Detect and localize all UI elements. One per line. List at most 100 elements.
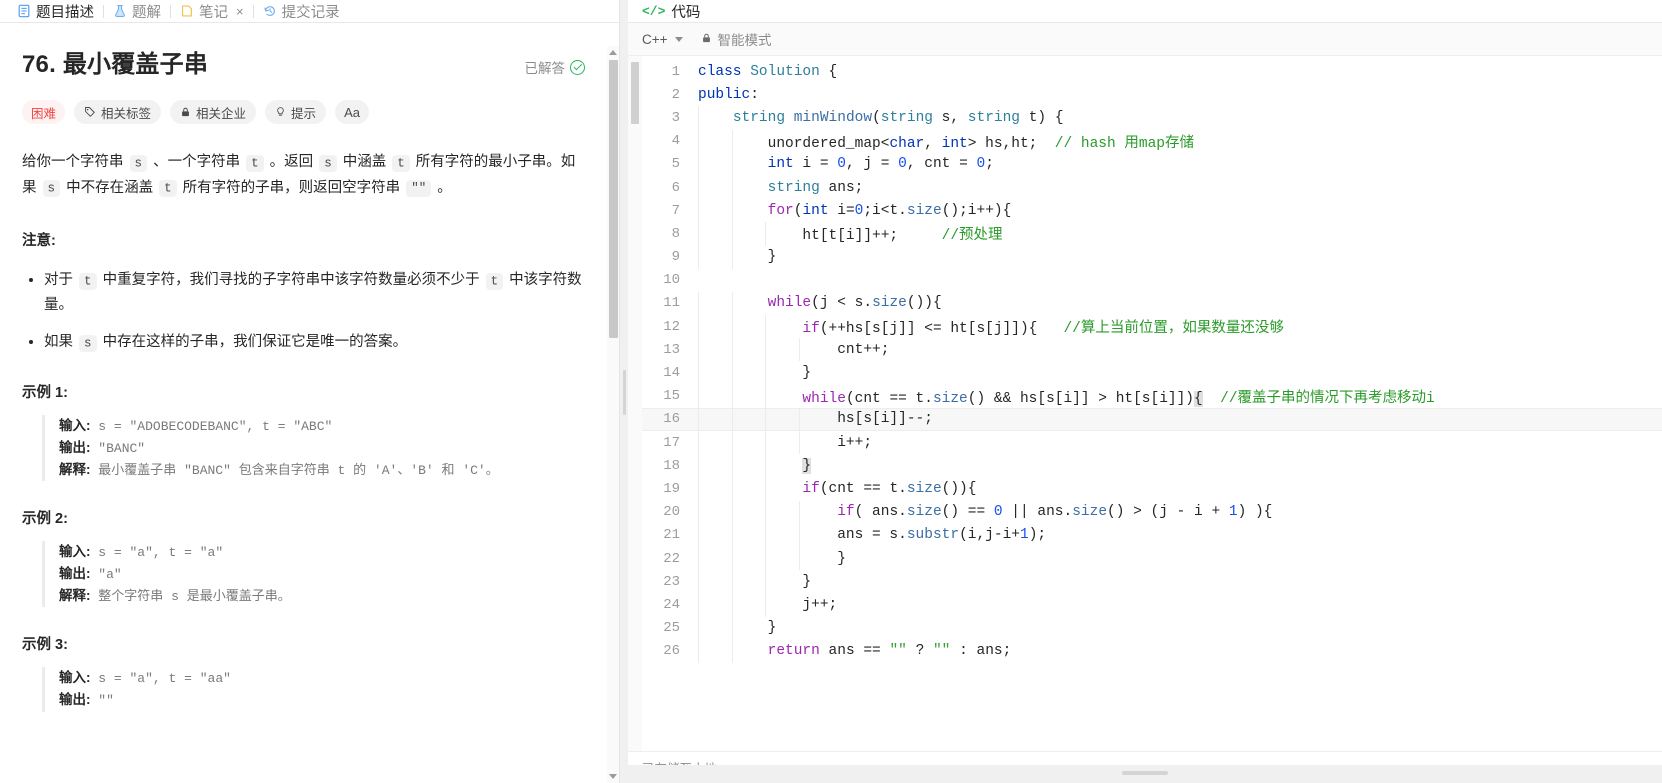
- indent-guide: [698, 315, 699, 339]
- font-size-icon[interactable]: Aa: [335, 100, 369, 125]
- scroll-down-icon[interactable]: [607, 770, 619, 783]
- check-circle-icon: [570, 59, 585, 75]
- example-heading: 示例 2:: [22, 511, 68, 528]
- indent-guide: [765, 222, 767, 246]
- chip-label: 提示: [291, 106, 317, 121]
- line-content: ans = s.substr(i,j-i+1);: [698, 527, 1047, 544]
- line-content: if(++hs[s[j]] <= ht[s[j]]){ //算上当前位置，如果数…: [802, 321, 1284, 338]
- tab-notes[interactable]: 笔记 ×: [171, 0, 253, 22]
- line-content: while(j < s.size()){: [767, 295, 942, 312]
- editor-vertical-scrollbar[interactable]: [628, 56, 642, 751]
- code-line[interactable]: 13 cnt++;: [642, 338, 1662, 362]
- scroll-up-icon[interactable]: [607, 46, 619, 59]
- line-content: ht[t[i]]++; //预处理: [698, 228, 1003, 245]
- tab-problem-description[interactable]: 题目描述: [8, 0, 103, 22]
- problem-panel: 题目描述 题解 笔记 × 提交记录 76. 最小覆盖子串 已解答 困难 相关标签…: [0, 0, 620, 783]
- code-line[interactable]: 15 while(cnt == t.size() && hs[s[i]] > h…: [642, 384, 1662, 408]
- example-block: 输入: s = "a", t = "aa" 输出: "": [42, 667, 585, 712]
- indent-guide: [698, 245, 699, 269]
- inline-code: t: [246, 154, 264, 172]
- line-content: }: [802, 457, 812, 474]
- auto-mode-toggle[interactable]: 智能模式: [701, 29, 772, 49]
- example-row-value: "a": [90, 567, 122, 583]
- indent-guide: [698, 129, 699, 153]
- code-editor[interactable]: 1 class Solution {2 public: 3 string minWin…: [628, 56, 1662, 751]
- scrollbar-thumb[interactable]: [631, 62, 639, 124]
- code-line[interactable]: 12 if(++hs[s[j]] <= ht[s[j]]){ //算上当前位置，…: [642, 315, 1662, 339]
- line-number: 10: [663, 272, 680, 289]
- code-line[interactable]: 6 string ans;: [642, 175, 1662, 200]
- code-line[interactable]: 11 while(j < s.size()){: [642, 291, 1662, 316]
- code-line[interactable]: 14 }: [642, 361, 1662, 385]
- code-tabbar: </> 代码: [628, 0, 1662, 23]
- tab-submissions[interactable]: 提交记录: [254, 0, 349, 22]
- difficulty-chip: 困难: [22, 100, 66, 125]
- indent-guide: [731, 523, 733, 547]
- note-item: 对于 t 中重复字符，我们寻找的子字符串中该字符数量必须不少于 t 中该字符数量…: [44, 268, 585, 318]
- line-number: 2: [671, 86, 680, 103]
- tab-label: 题解: [132, 4, 161, 21]
- code-line[interactable]: 17 i++;: [642, 431, 1662, 455]
- code-line[interactable]: 10: [642, 269, 1662, 292]
- code-line[interactable]: 4 unordered_map<char, int> hs,ht; // has…: [642, 129, 1662, 153]
- close-icon[interactable]: ×: [236, 5, 244, 18]
- code-line[interactable]: 16 hs[s[i]]--;: [642, 407, 1662, 432]
- panel-splitter[interactable]: [620, 0, 628, 783]
- code-lines[interactable]: 1 class Solution {2 public: 3 string minWin…: [642, 56, 1662, 751]
- line-number: 4: [671, 133, 680, 150]
- code-line[interactable]: 20 if( ans.size() == 0 || ans.size() > (…: [642, 500, 1662, 524]
- tab-code[interactable]: </> 代码: [642, 1, 700, 22]
- code-line[interactable]: 19 if(cnt == t.size()){: [642, 477, 1662, 501]
- lock-icon: [701, 32, 712, 47]
- line-content: class Solution {: [698, 63, 838, 80]
- indent-guide: [731, 338, 733, 362]
- related-companies-chip[interactable]: 相关企业: [170, 100, 257, 125]
- indent-guide: [765, 477, 767, 501]
- code-line[interactable]: 2 public:: [642, 83, 1662, 106]
- line-content: unordered_map<char, int> hs,ht; // hash …: [698, 135, 1194, 152]
- tab-solutions[interactable]: 题解: [104, 0, 170, 22]
- code-line[interactable]: 3 string minWindow(string s, string t) {: [642, 106, 1662, 130]
- indent-guide: [798, 546, 800, 571]
- code-line[interactable]: 1 class Solution {: [642, 60, 1662, 83]
- code-line[interactable]: 22 }: [642, 546, 1662, 571]
- code-line[interactable]: 9 }: [642, 245, 1662, 269]
- line-content: hs[s[i]]--;: [698, 411, 933, 428]
- inline-code: s: [42, 180, 61, 198]
- problem-scrollbar[interactable]: [607, 46, 619, 783]
- line-content: string ans;: [767, 179, 864, 196]
- code-line[interactable]: 18 }: [642, 454, 1662, 478]
- code-line[interactable]: 23 }: [642, 570, 1662, 594]
- line-number: 5: [671, 156, 680, 173]
- tab-label: 提交记录: [281, 4, 340, 21]
- code-line[interactable]: 25 }: [642, 616, 1662, 640]
- code-line[interactable]: 7 for(int i=0;i<t.size();i++){: [642, 199, 1662, 223]
- indent-guide: [698, 152, 699, 176]
- line-content: if( ans.size() == 0 || ans.size() > (j -…: [837, 504, 1273, 521]
- hint-chip[interactable]: 提示: [265, 100, 327, 125]
- editor-toolbar: C++ 智能模式: [628, 23, 1662, 56]
- line-content: }: [698, 249, 777, 266]
- indent-guide: [698, 199, 699, 223]
- code-line[interactable]: 24 j++;: [642, 593, 1662, 617]
- inline-code: t: [392, 154, 410, 172]
- language-selector[interactable]: C++: [642, 32, 683, 47]
- bottom-resize-strip[interactable]: [628, 765, 1662, 783]
- drag-handle[interactable]: [1122, 771, 1168, 775]
- example-block: 输入: s = "ADOBECODEBANC", t = "ABC" 输出: "…: [42, 415, 585, 482]
- tag-icon: [84, 106, 96, 118]
- related-tags-chip[interactable]: 相关标签: [74, 100, 162, 125]
- line-number: 13: [663, 341, 680, 358]
- code-line[interactable]: 21 ans = s.substr(i,j-i+1);: [642, 523, 1662, 547]
- line-number: 23: [663, 573, 680, 590]
- indent-guide: [698, 546, 699, 571]
- scrollbar-thumb[interactable]: [608, 60, 618, 338]
- code-line[interactable]: 5 int i = 0, j = 0, cnt = 0;: [642, 152, 1662, 176]
- inline-code: t: [159, 180, 177, 198]
- problem-scroll-area[interactable]: 76. 最小覆盖子串 已解答 困难 相关标签 相关企业 提示 Aa 给你一个字符…: [0, 23, 619, 783]
- bulb-icon: [275, 106, 286, 118]
- code-line[interactable]: 8 ht[t[i]]++; //预处理: [642, 222, 1662, 246]
- code-line[interactable]: 26 return ans == "" ? "" : ans;: [642, 639, 1662, 663]
- line-number: 22: [663, 550, 680, 567]
- tab-label: 笔记: [199, 4, 228, 21]
